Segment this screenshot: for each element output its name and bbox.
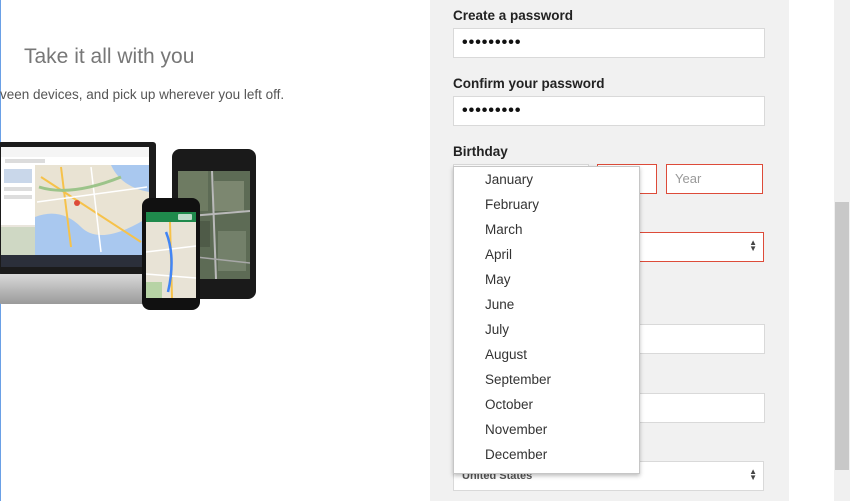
month-dropdown-list: January February March April May June Ju… <box>453 166 640 474</box>
laptop-screen <box>0 142 156 274</box>
month-option[interactable]: December <box>485 447 547 462</box>
laptop-taskbar <box>1 255 149 267</box>
month-option[interactable]: September <box>485 372 551 387</box>
month-option[interactable]: August <box>485 347 527 362</box>
birth-year-field[interactable]: Year <box>666 164 763 194</box>
confirm-password-label: Confirm your password <box>453 76 605 91</box>
phone-map <box>146 212 196 298</box>
month-option[interactable]: November <box>485 422 547 437</box>
updown-caret-icon: ▲ ▼ <box>749 238 757 253</box>
scrollbar-thumb[interactable] <box>835 202 849 470</box>
month-option[interactable]: July <box>485 322 509 337</box>
month-option[interactable]: February <box>485 197 539 212</box>
month-option[interactable]: June <box>485 297 514 312</box>
laptop-map-image <box>1 147 149 255</box>
create-password-label: Create a password <box>453 8 574 23</box>
phone-device <box>142 198 200 310</box>
month-option[interactable]: January <box>485 172 533 187</box>
month-option[interactable]: October <box>485 397 533 412</box>
month-option[interactable]: May <box>485 272 511 287</box>
laptop-base <box>0 274 158 304</box>
updown-caret-icon: ▲ ▼ <box>749 467 757 482</box>
confirm-password-field[interactable]: ••••••••• <box>453 96 765 126</box>
promo-subtitle: veen devices, and pick up wherever you l… <box>0 87 285 102</box>
month-option[interactable]: March <box>485 222 523 237</box>
password-field[interactable]: ••••••••• <box>453 28 765 58</box>
promo-title: Take it all with you <box>24 45 195 68</box>
year-placeholder: Year <box>675 171 702 186</box>
month-option[interactable]: April <box>485 247 512 262</box>
birthday-label: Birthday <box>453 144 508 159</box>
